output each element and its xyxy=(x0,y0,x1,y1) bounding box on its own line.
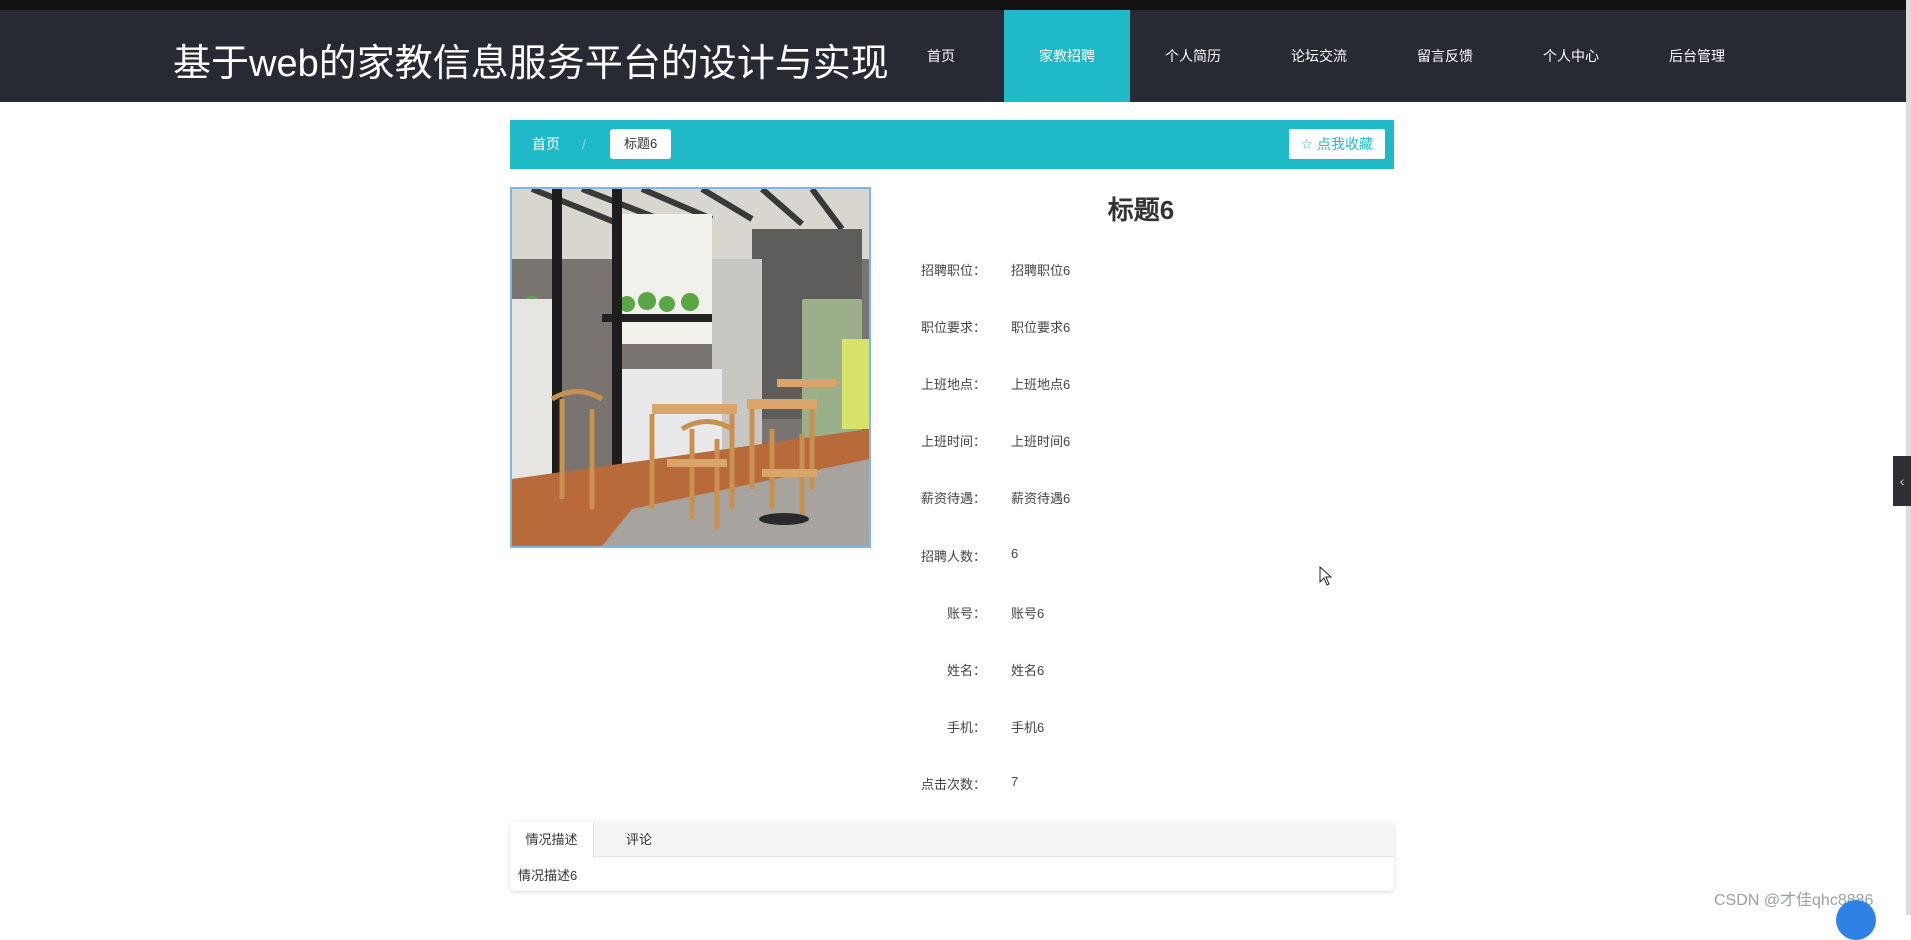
main-nav: 首页 家教招聘 个人简历 论坛交流 留言反馈 个人中心 后台管理 xyxy=(878,10,1760,102)
mouse-cursor-icon xyxy=(1319,566,1333,586)
field-value: 上班地点6 xyxy=(1011,377,1071,392)
field-work-time: 上班时间： 上班时间6 xyxy=(880,431,1380,451)
field-label: 薪资待遇： xyxy=(920,491,986,506)
breadcrumb-current: 标题6 xyxy=(610,129,672,159)
site-header: 基于web的家教信息服务平台的设计与实现 首页 家教招聘 个人简历 论坛交流 留… xyxy=(0,10,1906,102)
favorite-button[interactable]: ☆ 点我收藏 xyxy=(1288,129,1385,159)
nav-item-forum[interactable]: 论坛交流 xyxy=(1256,10,1382,102)
site-title: 基于web的家教信息服务平台的设计与实现 xyxy=(173,43,889,85)
field-requirements: 职位要求： 职位要求6 xyxy=(880,317,1380,337)
side-panel-toggle[interactable]: ‹ xyxy=(1893,456,1911,506)
field-name: 姓名： 姓名6 xyxy=(880,660,1380,680)
field-salary: 薪资待遇： 薪资待遇6 xyxy=(880,488,1380,508)
floating-action-button[interactable] xyxy=(1836,900,1876,940)
tab-content: 情况描述6 xyxy=(518,868,578,883)
chevron-left-icon: ‹ xyxy=(1899,473,1905,489)
field-work-location: 上班地点： 上班地点6 xyxy=(880,374,1380,394)
nav-item-user-center[interactable]: 个人中心 xyxy=(1508,10,1634,102)
detail-title: 标题6 xyxy=(1107,195,1175,225)
field-value: 职位要求6 xyxy=(1011,320,1071,335)
field-label: 招聘人数： xyxy=(920,549,986,564)
nav-item-resume[interactable]: 个人简历 xyxy=(1130,10,1256,102)
detail-tabs: 情况描述 评论 情况描述6 xyxy=(510,822,1394,891)
field-value: 招聘职位6 xyxy=(1011,263,1071,278)
tab-description[interactable]: 情况描述 xyxy=(510,822,594,858)
field-value: 薪资待遇6 xyxy=(1011,491,1071,506)
field-label: 上班地点： xyxy=(920,377,986,392)
field-label: 手机： xyxy=(946,720,986,735)
field-headcount: 招聘人数： 6 xyxy=(880,546,1380,566)
field-click-count: 点击次数： 7 xyxy=(880,774,1380,794)
field-label: 姓名： xyxy=(946,663,986,678)
field-value: 6 xyxy=(1011,546,1019,561)
nav-item-home[interactable]: 首页 xyxy=(878,10,1004,102)
field-account: 账号： 账号6 xyxy=(880,603,1380,623)
field-label: 上班时间： xyxy=(920,434,986,449)
field-label: 招聘职位： xyxy=(920,263,986,278)
breadcrumb: 首页 / 标题6 ☆ 点我收藏 xyxy=(510,120,1394,169)
field-position: 招聘职位： 招聘职位6 xyxy=(880,260,1380,280)
favorite-button-label: ☆ 点我收藏 xyxy=(1300,136,1373,152)
tab-comments[interactable]: 评论 xyxy=(626,822,652,857)
breadcrumb-home-link[interactable]: 首页 xyxy=(532,120,560,169)
nav-item-feedback[interactable]: 留言反馈 xyxy=(1382,10,1508,102)
field-label: 账号： xyxy=(946,606,986,621)
nav-item-admin[interactable]: 后台管理 xyxy=(1634,10,1760,102)
field-value: 上班时间6 xyxy=(1011,434,1071,449)
field-label: 点击次数： xyxy=(920,777,986,792)
field-label: 职位要求： xyxy=(920,320,986,335)
nav-item-tutor-recruitment[interactable]: 家教招聘 xyxy=(1004,10,1130,102)
field-value: 姓名6 xyxy=(1011,663,1045,678)
top-border xyxy=(0,0,1911,10)
breadcrumb-separator: / xyxy=(582,136,586,152)
field-phone: 手机： 手机6 xyxy=(880,717,1380,737)
field-value: 手机6 xyxy=(1011,720,1045,735)
field-value: 账号6 xyxy=(1011,606,1045,621)
field-value: 7 xyxy=(1011,774,1019,789)
listing-photo xyxy=(510,187,871,548)
tabs-header: 情况描述 评论 xyxy=(510,822,1394,858)
cafe-interior-image xyxy=(512,189,869,546)
